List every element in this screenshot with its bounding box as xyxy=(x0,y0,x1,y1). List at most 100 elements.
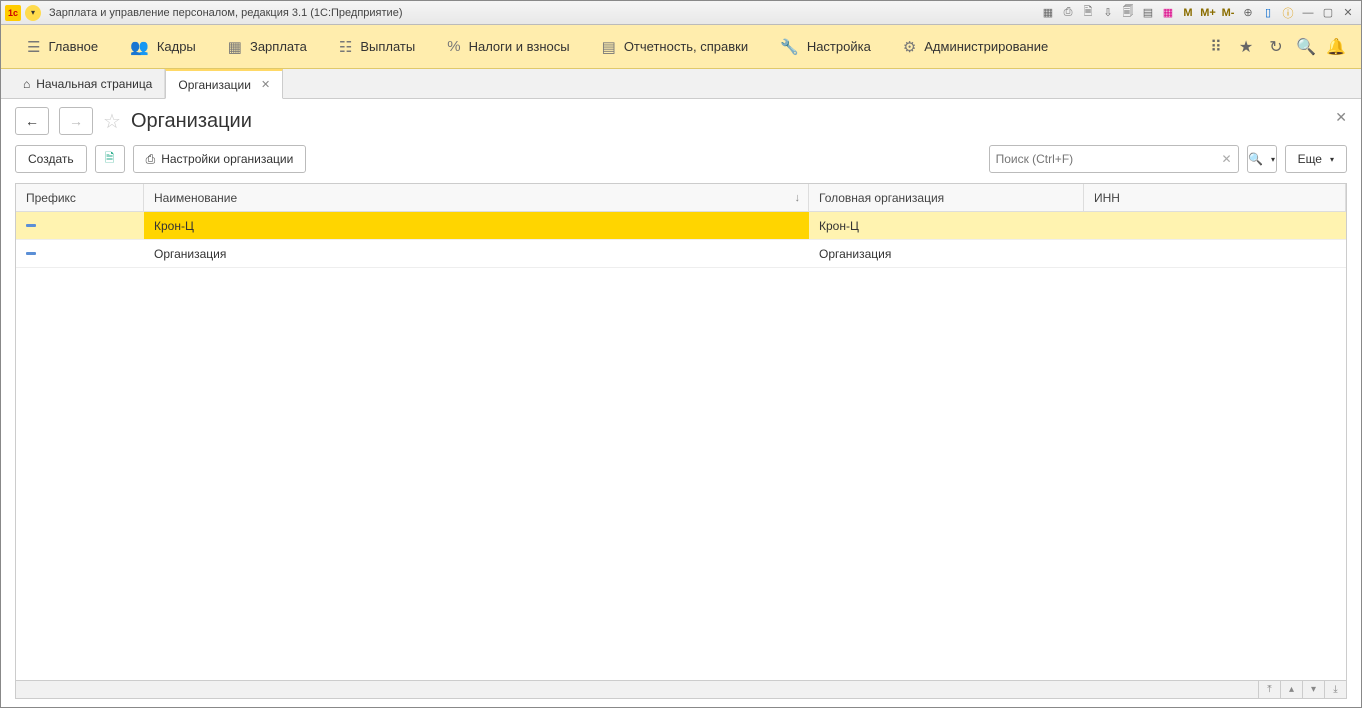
menu-admin-label: Администрирование xyxy=(924,39,1048,54)
calc-icon[interactable]: ▤ xyxy=(1139,5,1157,21)
cell-parent: Организация xyxy=(809,240,1084,267)
wrench-icon: 🔧 xyxy=(780,38,799,56)
menu-nalogi-label: Налоги и взносы xyxy=(469,39,570,54)
menu-main-label: Главное xyxy=(48,39,98,54)
table-row[interactable]: Крон-Ц Крон-Ц xyxy=(16,212,1346,240)
scroll-down-icon[interactable]: ▾ xyxy=(1302,681,1324,698)
menu-nalogi[interactable]: % Налоги и взносы xyxy=(431,25,585,68)
th-parent[interactable]: Головная организация xyxy=(809,184,1084,211)
people-icon: 👥 xyxy=(130,38,149,56)
menu-burger[interactable]: ☰Главное xyxy=(11,25,114,68)
page-title: Организации xyxy=(131,110,252,133)
toolbar: Создать 🗎 ⎙Настройки организации ✕ 🔍▾ Ещ… xyxy=(15,145,1347,173)
table-header: Префикс Наименование Головная организаци… xyxy=(16,184,1346,212)
cell-name: Организация xyxy=(144,240,809,267)
titlebar: 1c ▾ Зарплата и управление персоналом, р… xyxy=(1,1,1361,25)
apps-icon[interactable]: ⠿ xyxy=(1201,32,1231,62)
home-icon: ⌂ xyxy=(23,77,30,91)
menu-vyplaty[interactable]: ☷ Выплаты xyxy=(323,25,431,68)
calc-small-icon: ▦ xyxy=(228,38,242,56)
th-name[interactable]: Наименование xyxy=(144,184,809,211)
nav-forward-button[interactable]: → xyxy=(59,107,93,135)
tab-bar: ⌂ Начальная страница Организации ✕ xyxy=(1,69,1361,99)
scroll-up-icon[interactable]: ▴ xyxy=(1280,681,1302,698)
bell-icon[interactable]: 🔔 xyxy=(1321,32,1351,62)
menu-otchetnost[interactable]: ▤ Отчетность, справки xyxy=(586,25,765,68)
tab-home[interactable]: ⌂ Начальная страница xyxy=(11,69,165,98)
search-input[interactable] xyxy=(996,152,1222,166)
preview-icon[interactable]: 🗎 xyxy=(1079,5,1097,21)
table-row[interactable]: Организация Организация xyxy=(16,240,1346,268)
cell-prefix xyxy=(16,212,144,239)
menu-zarplata[interactable]: ▦ Зарплата xyxy=(212,25,323,68)
nav-back-button[interactable]: ← xyxy=(15,107,49,135)
page-header: ← → ☆ Организации xyxy=(15,107,1347,135)
chevron-down-icon: ▾ xyxy=(1271,155,1275,164)
zoom-icon[interactable]: ⊕ xyxy=(1239,5,1257,21)
star-icon[interactable]: ☆ xyxy=(103,109,121,134)
org-settings-label: Настройки организации xyxy=(161,152,293,166)
chevron-down-icon: ▾ xyxy=(1330,155,1334,164)
search-icon[interactable]: 🔍 xyxy=(1291,32,1321,62)
clear-search-icon[interactable]: ✕ xyxy=(1222,152,1232,166)
more-button[interactable]: Еще ▾ xyxy=(1285,145,1347,173)
info-icon[interactable]: ⓘ xyxy=(1279,5,1297,21)
minimize-icon[interactable]: — xyxy=(1299,5,1317,21)
search-box[interactable]: ✕ xyxy=(989,145,1239,173)
menu-nastroyka[interactable]: 🔧 Настройка xyxy=(764,25,887,68)
window-title: Зарплата и управление персоналом, редакц… xyxy=(49,7,1039,19)
dash-icon xyxy=(26,252,36,255)
save-icon[interactable]: ▦ xyxy=(1039,5,1057,21)
main-menu: ☰Главное 👥 Кадры ▦ Зарплата ☷ Выплаты % Нало… xyxy=(1,25,1361,69)
gear-icon: ⚙ xyxy=(903,38,916,56)
app-dropdown-icon[interactable]: ▾ xyxy=(25,5,41,21)
scroll-top-icon[interactable]: ⤒ xyxy=(1258,681,1280,698)
content-area: ✕ ← → ☆ Организации Создать 🗎 ⎙ Настройки… xyxy=(1,99,1361,707)
tab-home-label: Начальная страница xyxy=(36,77,152,91)
menu-kadry[interactable]: 👥 Кадры xyxy=(114,25,212,68)
favorite-icon[interactable]: ★ xyxy=(1231,32,1261,62)
percent-icon: % xyxy=(447,38,460,55)
cell-inn xyxy=(1084,240,1346,267)
menu-nastroyka-label: Настройка xyxy=(807,39,871,54)
menu-otchetnost-label: Отчетность, справки xyxy=(624,39,748,54)
th-inn[interactable]: ИНН xyxy=(1084,184,1346,211)
create-button-label: Создать xyxy=(28,152,74,166)
memory-m-button[interactable]: M xyxy=(1179,5,1197,21)
menu-admin[interactable]: ⚙ Администрирование xyxy=(887,25,1064,68)
wallet-icon: ☷ xyxy=(339,38,352,56)
dash-icon xyxy=(26,224,36,227)
create-button[interactable]: Создать xyxy=(15,145,87,173)
tab-organizations-label: Организации xyxy=(178,78,251,92)
page-close-icon[interactable]: ✕ xyxy=(1335,109,1347,126)
org-table: Префикс Наименование Головная организаци… xyxy=(15,183,1347,699)
menu-zarplata-label: Зарплата xyxy=(250,39,307,54)
table-body: Крон-Ц Крон-Ц Организация Организация xyxy=(16,212,1346,680)
history-icon[interactable]: ↻ xyxy=(1261,32,1291,62)
cell-inn xyxy=(1084,212,1346,239)
org-settings-button[interactable]: ⎙ Настройки организации xyxy=(133,145,307,173)
th-prefix[interactable]: Префикс xyxy=(16,184,144,211)
scroll-bottom-icon[interactable]: ⤓ xyxy=(1324,681,1346,698)
menu-kadry-label: Кадры xyxy=(157,39,196,54)
print-small-icon: ⎙ xyxy=(146,152,156,167)
panel-icon[interactable]: ▯ xyxy=(1259,5,1277,21)
tab-close-icon[interactable]: ✕ xyxy=(261,78,270,91)
more-button-label: Еще xyxy=(1298,152,1322,166)
search-glass-icon: 🔍 xyxy=(1248,152,1263,166)
copy-button[interactable]: 🗎 xyxy=(95,145,125,173)
cell-prefix xyxy=(16,240,144,267)
menu-vyplaty-label: Выплаты xyxy=(360,39,415,54)
tab-organizations[interactable]: Организации ✕ xyxy=(165,69,283,99)
copy-icon[interactable]: 🗐 xyxy=(1119,5,1137,21)
maximize-icon[interactable]: ▢ xyxy=(1319,5,1337,21)
calendar-icon[interactable]: ▦ xyxy=(1159,5,1177,21)
memory-mminus-button[interactable]: M- xyxy=(1219,5,1237,21)
close-window-icon[interactable]: ✕ xyxy=(1339,5,1357,21)
memory-mplus-button[interactable]: M+ xyxy=(1199,5,1217,21)
link-icon[interactable]: ⇩ xyxy=(1099,5,1117,21)
search-dropdown-button[interactable]: 🔍▾ xyxy=(1247,145,1277,173)
doc-icon: ▤ xyxy=(602,38,616,56)
print-icon[interactable]: ⎙ xyxy=(1059,5,1077,21)
cell-name: Крон-Ц xyxy=(144,212,809,239)
